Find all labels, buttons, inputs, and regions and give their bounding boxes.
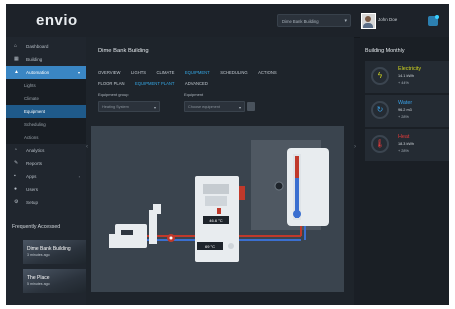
- equipment-label: Equipment: [184, 92, 204, 97]
- building-thumbnail: [23, 269, 86, 293]
- top-bar: envio Dime Bank Building ▾ John Doe: [6, 4, 449, 38]
- metric-value: 96.2 m3: [398, 108, 412, 112]
- caret-down-icon: ▾: [344, 18, 347, 24]
- notification-badge: [435, 15, 439, 19]
- caret-down-icon: ▾: [238, 105, 241, 110]
- page-title: Dime Bank Building: [98, 48, 149, 54]
- building-icon: ▦: [14, 56, 19, 62]
- setup-icon: ⚙: [14, 199, 19, 205]
- sidebar-item-label: Analytics: [26, 148, 45, 153]
- equipment-action-button[interactable]: [247, 102, 255, 111]
- user-menu[interactable]: John Doe: [361, 13, 415, 29]
- app-window: envio Dime Bank Building ▾ John Doe ⌂ Da…: [6, 4, 449, 305]
- sidebar-subitem-scheduling[interactable]: Scheduling: [6, 118, 86, 131]
- automation-icon: ▲: [14, 69, 19, 75]
- metric-value: 14.1 kWh: [398, 74, 415, 78]
- metric-heat[interactable]: 🌡 Heat 18.3 kWh + 28%: [365, 129, 449, 161]
- sidebar-item-reports[interactable]: ✎ Reports: [6, 157, 86, 170]
- frequent-card-title: Dime Bank Building: [27, 246, 71, 252]
- frequent-card-subtitle: 5 minutes ago: [27, 282, 50, 286]
- equipment-group-value: Heating System: [102, 105, 129, 109]
- thermometer-icon: 🌡: [374, 139, 386, 148]
- pencil-icon: ✎: [14, 160, 19, 166]
- user-icon: ●: [14, 186, 18, 192]
- equipment-group-select[interactable]: Heating System ▾: [98, 101, 160, 112]
- temp-bottom-label: 69 °C: [205, 244, 215, 249]
- sidebar-item-label: Setup: [26, 200, 39, 205]
- metric-change: + 44%: [398, 81, 409, 85]
- building-select-value: Dime Bank Building: [282, 19, 319, 24]
- metric-water[interactable]: ↻ Water 96.2 m3 + 28%: [365, 95, 449, 127]
- sidebar-item-label: Building: [26, 57, 43, 62]
- chevron-right-icon: ›: [78, 174, 80, 179]
- metric-name: Heat: [398, 134, 410, 140]
- sidebar: ⌂ Dashboard ▦ Building ▲ Automation ▾ Li…: [6, 37, 86, 305]
- water-icon: ↻: [376, 105, 384, 114]
- avatar: [361, 13, 376, 29]
- sidebar-item-label: Apps: [26, 174, 37, 179]
- secondary-tabs: FLOOR PLAN EQUIPMENT PLANT ADVANCED: [98, 72, 214, 86]
- sidebar-item-building[interactable]: ▦ Building: [6, 53, 86, 66]
- user-name: John Doe: [378, 17, 398, 22]
- temp-top-label: 46.6 °C: [209, 218, 222, 223]
- tab-scheduling[interactable]: SCHEDULING: [220, 70, 247, 75]
- equipment-group-label: Equipment group: [98, 92, 129, 97]
- app-logo[interactable]: envio: [36, 12, 78, 29]
- lightning-icon: ϟ: [377, 71, 383, 80]
- frequent-card-the-place[interactable]: The Place 5 minutes ago: [23, 269, 86, 293]
- building-select[interactable]: Dime Bank Building ▾: [277, 14, 351, 27]
- subtab-advanced[interactable]: ADVANCED: [185, 81, 208, 86]
- tab-actions[interactable]: ACTIONS: [258, 70, 277, 75]
- metric-name: Electricity: [398, 66, 422, 72]
- sidebar-item-label: Users: [26, 187, 38, 192]
- sidebar-item-users[interactable]: ● Users: [6, 183, 86, 196]
- sidebar-subitem-lights[interactable]: Lights: [6, 79, 86, 92]
- sidebar-item-apps[interactable]: ▪ Apps ›: [6, 170, 86, 183]
- grid-icon: ▪: [14, 173, 16, 179]
- frequent-card-title: The Place: [27, 275, 50, 281]
- subtab-floor-plan[interactable]: FLOOR PLAN: [98, 81, 125, 86]
- sidebar-item-label: Automation: [26, 70, 50, 75]
- frequently-accessed-title: Frequently Accessed: [12, 224, 61, 230]
- sidebar-item-label: Dashboard: [26, 44, 49, 49]
- sidebar-item-analytics[interactable]: ◔ Analytics: [6, 144, 86, 157]
- bell-icon[interactable]: [428, 15, 439, 26]
- frequent-card-dime-bank[interactable]: Dime Bank Building 3 minutes ago: [23, 240, 86, 264]
- sidebar-item-automation[interactable]: ▲ Automation ▾: [6, 66, 86, 79]
- metric-name: Water: [398, 100, 413, 106]
- equipment-plant-diagram: 46.6 °C 69 °C: [91, 126, 344, 292]
- sidebar-item-setup[interactable]: ⚙ Setup: [6, 196, 86, 209]
- metric-change: + 28%: [398, 149, 409, 153]
- sidebar-item-dashboard[interactable]: ⌂ Dashboard: [6, 40, 86, 53]
- sidebar-subitem-equipment[interactable]: Equipment: [6, 105, 86, 118]
- metric-electricity[interactable]: ϟ Electricity 14.1 kWh + 44%: [365, 61, 449, 93]
- equipment-select[interactable]: Choose equipment ▾: [184, 101, 245, 112]
- boiler-gauge: [228, 243, 234, 249]
- chevron-down-icon: ▾: [77, 70, 80, 75]
- subtab-equipment-plant[interactable]: EQUIPMENT PLANT: [135, 81, 174, 86]
- equipment-select-placeholder: Choose equipment: [188, 105, 220, 109]
- building-monthly-panel: Building Monthly ϟ Electricity 14.1 kWh …: [360, 37, 449, 305]
- metric-change: + 28%: [398, 115, 409, 119]
- sidebar-subitem-climate[interactable]: Climate: [6, 92, 86, 105]
- frequent-card-subtitle: 3 minutes ago: [27, 253, 50, 257]
- metric-value: 18.3 kWh: [398, 142, 415, 146]
- water-tank: [287, 148, 329, 226]
- caret-down-icon: ▾: [153, 105, 156, 110]
- sidebar-item-label: Reports: [26, 161, 43, 166]
- sidebar-subitem-actions[interactable]: Actions: [6, 131, 86, 144]
- building-monthly-title: Building Monthly: [365, 48, 405, 54]
- tank-sensor: [274, 181, 284, 191]
- building-thumbnail: [23, 240, 86, 264]
- primary-tabs: OVERVIEW LIGHTS CLIMATE EQUIPMENT SCHEDU…: [98, 61, 283, 75]
- home-icon: ⌂: [14, 43, 18, 49]
- diagram-svg: 46.6 °C 69 °C: [91, 126, 344, 292]
- chart-icon: ◔: [14, 147, 18, 153]
